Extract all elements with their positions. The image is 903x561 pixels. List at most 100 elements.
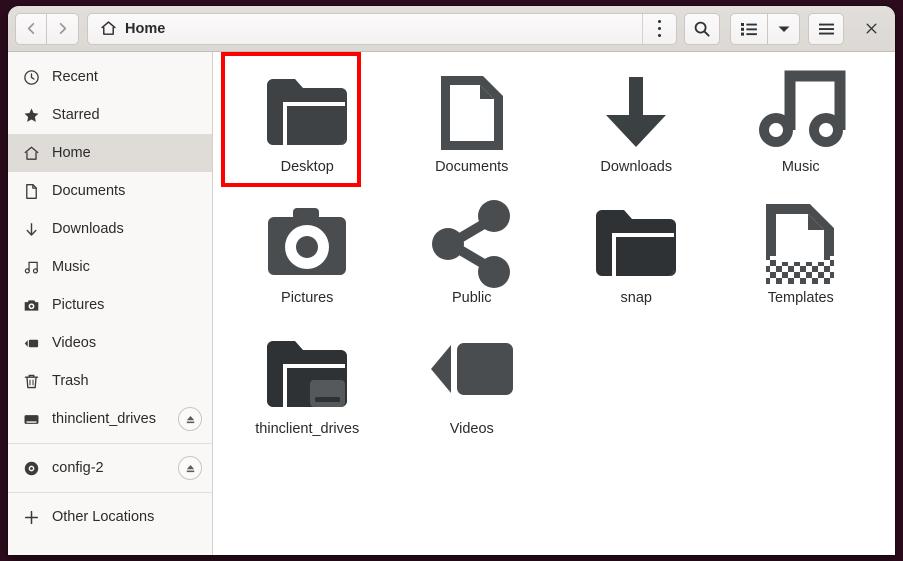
window-content: Recent Starred Home Documents Downloads … (8, 52, 895, 555)
close-icon (865, 23, 877, 34)
sidebar-item-starred[interactable]: Starred (8, 96, 212, 134)
sidebar-item-pictures[interactable]: Pictures (8, 286, 212, 324)
file-name: Desktop (280, 159, 334, 175)
sidebar-item-label: Other Locations (52, 509, 155, 525)
sidebar-item-label: Starred (52, 107, 100, 123)
view-dropdown-button[interactable] (768, 12, 800, 45)
file-name: snap (620, 290, 652, 306)
home-icon (22, 144, 40, 162)
file-item-music[interactable]: Music (719, 62, 884, 193)
header-bar: Home (8, 6, 895, 52)
chevron-left-icon (27, 22, 34, 35)
file-name: Music (781, 159, 820, 175)
sidebar-separator (8, 492, 212, 493)
close-button[interactable] (856, 14, 886, 44)
file-item-snap[interactable]: snap (554, 193, 719, 324)
file-item-pictures[interactable]: Pictures (225, 193, 390, 324)
hamburger-icon (818, 23, 834, 34)
disc-icon (22, 459, 40, 477)
sidebar-item-label: Documents (52, 183, 126, 199)
breadcrumb-home[interactable]: Home (88, 14, 642, 44)
file-item-videos[interactable]: Videos (390, 324, 555, 455)
star-icon (22, 106, 40, 124)
navigation-button-group (15, 12, 79, 45)
file-item-downloads[interactable]: Downloads (554, 62, 719, 193)
file-item-thinclient-drives[interactable]: thinclient_drives (225, 324, 390, 455)
back-button[interactable] (15, 12, 47, 45)
sidebar-item-thinclient-drives[interactable]: thinclient_drives (8, 400, 212, 438)
video-camera-icon (429, 331, 515, 419)
sidebar-item-label: Trash (52, 373, 89, 389)
folder-icon (590, 200, 682, 288)
file-name: Public (452, 290, 492, 306)
sidebar-item-label: config-2 (52, 460, 104, 476)
sidebar-item-music[interactable]: Music (8, 248, 212, 286)
templates-document-icon (758, 200, 844, 288)
drive-icon (22, 410, 40, 428)
forward-button[interactable] (47, 12, 79, 45)
eject-button-config-2[interactable] (178, 456, 202, 480)
sidebar-item-label: Home (52, 145, 91, 161)
sidebar-item-label: Pictures (52, 297, 105, 313)
file-name: thinclient_drives (255, 421, 360, 437)
chevron-down-icon (778, 26, 789, 32)
eject-icon (186, 415, 194, 423)
sidebar-item-downloads[interactable]: Downloads (8, 210, 212, 248)
file-manager-window: Home Recent Starred Home Documents Downl… (8, 6, 895, 555)
sidebar-separator (8, 443, 212, 444)
file-item-desktop[interactable]: Desktop (225, 62, 390, 193)
path-label: Home (125, 20, 166, 37)
sidebar-item-home[interactable]: Home (8, 134, 212, 172)
search-icon (694, 21, 710, 37)
path-options-button[interactable] (642, 13, 676, 44)
sidebar-item-label: Recent (52, 69, 98, 85)
path-bar: Home (87, 12, 677, 45)
file-name: Videos (449, 421, 494, 437)
folder-icon (261, 69, 353, 157)
folder-drive-icon (261, 331, 353, 419)
document-icon (22, 182, 40, 200)
music-note-icon (22, 258, 40, 276)
list-view-icon (741, 22, 757, 36)
sidebar-item-label: Music (52, 259, 90, 275)
file-grid: Desktop Documents Downloads Music Pictur… (225, 62, 883, 455)
list-view-button[interactable] (730, 12, 768, 45)
video-camera-icon (22, 334, 40, 352)
sidebar-item-label: Downloads (52, 221, 124, 237)
sidebar: Recent Starred Home Documents Downloads … (8, 52, 213, 555)
document-icon (433, 69, 511, 157)
music-note-icon (756, 69, 846, 157)
clock-icon (22, 68, 40, 86)
share-icon (426, 200, 518, 288)
file-item-templates[interactable]: Templates (719, 193, 884, 324)
file-grid-area[interactable]: Desktop Documents Downloads Music Pictur… (213, 52, 895, 555)
sidebar-item-documents[interactable]: Documents (8, 172, 212, 210)
file-name: Downloads (600, 159, 673, 175)
search-button[interactable] (684, 12, 720, 45)
download-arrow-icon (22, 220, 40, 238)
file-name: Pictures (281, 290, 334, 306)
menu-kebab-icon (657, 19, 662, 38)
file-name: Documents (435, 159, 509, 175)
download-arrow-icon (596, 69, 676, 157)
sidebar-item-label: Videos (52, 335, 97, 351)
eject-icon (186, 464, 194, 472)
file-name: Templates (767, 290, 834, 306)
trash-icon (22, 372, 40, 390)
eject-button-thinclient-drives[interactable] (178, 407, 202, 431)
camera-icon (264, 200, 350, 288)
file-item-public[interactable]: Public (390, 193, 555, 324)
main-menu-button[interactable] (808, 12, 844, 45)
file-item-documents[interactable]: Documents (390, 62, 555, 193)
view-mode-group (730, 12, 800, 45)
sidebar-item-config-2[interactable]: config-2 (8, 449, 212, 487)
chevron-right-icon (59, 22, 67, 35)
plus-icon (22, 508, 40, 526)
home-icon (101, 21, 116, 35)
sidebar-item-trash[interactable]: Trash (8, 362, 212, 400)
sidebar-item-recent[interactable]: Recent (8, 58, 212, 96)
sidebar-item-other-locations[interactable]: Other Locations (8, 498, 212, 536)
sidebar-item-videos[interactable]: Videos (8, 324, 212, 362)
camera-icon (22, 296, 40, 314)
sidebar-item-label: thinclient_drives (52, 411, 156, 427)
